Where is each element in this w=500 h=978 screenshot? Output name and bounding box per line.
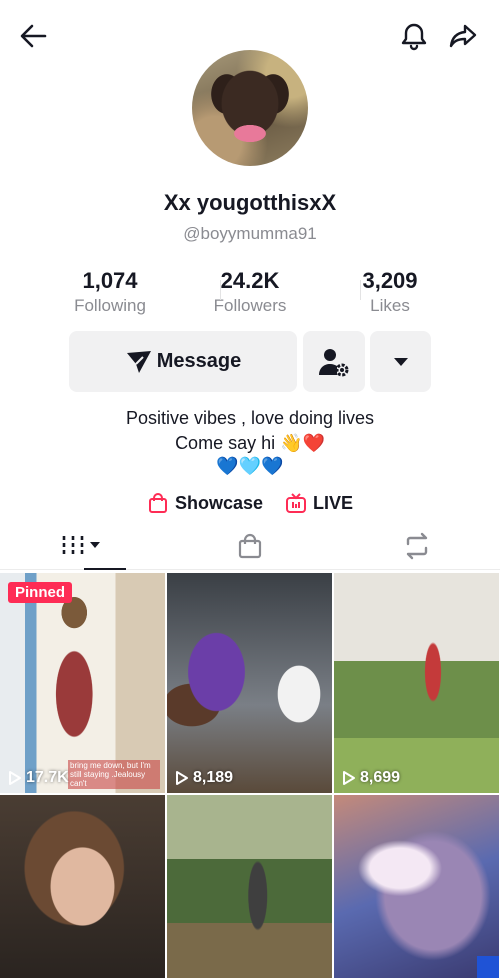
bell-icon	[401, 23, 427, 51]
play-icon	[9, 771, 21, 785]
bio-line: Come say hi 👋❤️	[175, 433, 325, 453]
more-options-button[interactable]	[370, 331, 431, 392]
profile-links: Showcase LIVE	[0, 492, 500, 514]
video-thumbnail[interactable]	[0, 795, 165, 978]
followers-count: 24.2K	[220, 268, 280, 293]
live-link[interactable]: LIVE	[285, 492, 353, 514]
video-caption: bring me down, but I'm still staying .Je…	[68, 760, 160, 789]
view-count-value: 8,189	[193, 769, 234, 786]
bio: Positive vibes , love doing lives Come s…	[0, 406, 500, 456]
corner-badge-icon	[477, 956, 499, 978]
likes-count: 3,209	[362, 268, 418, 293]
pinned-badge: Pinned	[8, 582, 73, 603]
bag-icon	[238, 533, 262, 559]
tab-repost[interactable]	[334, 522, 500, 570]
paper-plane-icon	[126, 350, 151, 373]
caret-down-icon	[393, 357, 408, 366]
view-count: 17.7K	[8, 769, 69, 787]
share-arrow-icon	[449, 24, 477, 48]
username: @boyymumma91	[183, 224, 317, 243]
profile-stats: 1,074 Following 24.2K Followers 3,209 Li…	[40, 268, 460, 322]
following-label: Following	[74, 296, 146, 315]
play-icon	[343, 771, 355, 785]
video-thumbnail[interactable]: Pinned bring me down, but I'm still stay…	[0, 573, 165, 793]
video-thumbnail[interactable]: 8,699	[334, 573, 499, 793]
avatar[interactable]	[192, 50, 308, 166]
live-label: LIVE	[313, 492, 354, 513]
likes-label: Likes	[370, 296, 410, 315]
display-name: Xx yougotthisxX	[163, 190, 337, 215]
follow-settings-button[interactable]	[303, 331, 365, 392]
showcase-label: Showcase	[174, 492, 264, 513]
following-count: 1,074	[82, 268, 138, 293]
active-tab-indicator	[84, 568, 126, 570]
tab-shop[interactable]	[167, 522, 333, 570]
video-thumbnail[interactable]	[334, 795, 499, 978]
grid-bars-icon	[62, 536, 100, 556]
view-count: 8,699	[342, 769, 400, 787]
shopping-bag-icon	[148, 493, 167, 513]
stat-followers[interactable]: 24.2K Followers	[180, 268, 320, 322]
view-count-value: 17.7K	[26, 769, 69, 786]
followers-label: Followers	[213, 296, 287, 315]
play-icon	[176, 771, 188, 785]
stat-divider	[220, 280, 221, 300]
message-button[interactable]: Message	[69, 331, 297, 392]
content-tabs	[0, 522, 500, 570]
view-count-value: 8,699	[360, 769, 401, 786]
share-button[interactable]	[441, 14, 485, 58]
user-gear-icon	[319, 348, 349, 376]
stat-likes[interactable]: 3,209 Likes	[320, 268, 460, 322]
stat-following[interactable]: 1,074 Following	[40, 268, 180, 322]
stat-divider	[360, 280, 361, 300]
message-label: Message	[156, 350, 242, 372]
view-count: 8,189	[175, 769, 233, 787]
video-thumbnail[interactable]	[167, 795, 332, 978]
bio-line: Positive vibes , love doing lives	[125, 408, 375, 428]
bio-line: 💙🩵💙	[216, 456, 284, 476]
video-thumbnail[interactable]: 8,189	[167, 573, 332, 793]
tab-videos[interactable]	[0, 522, 166, 570]
back-button[interactable]	[11, 14, 55, 58]
profile-actions: Message	[69, 331, 431, 392]
live-tv-icon	[286, 493, 307, 513]
showcase-link[interactable]: Showcase	[147, 492, 263, 514]
repost-icon	[406, 532, 428, 560]
arrow-left-icon	[20, 24, 47, 48]
video-grid: Pinned bring me down, but I'm still stay…	[0, 573, 500, 978]
notification-button[interactable]	[392, 14, 436, 58]
